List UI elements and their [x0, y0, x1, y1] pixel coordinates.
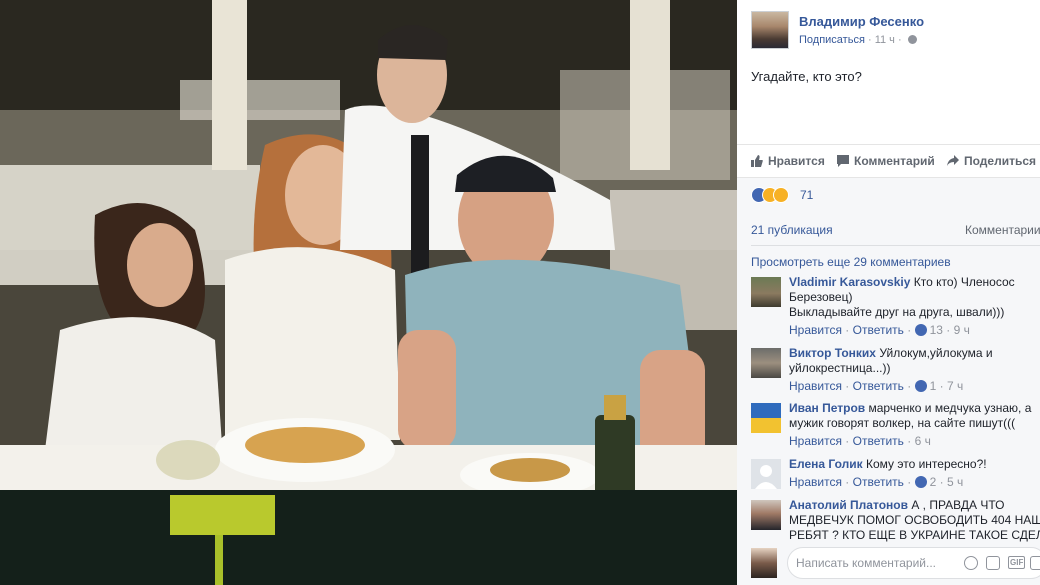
- comment-text: Кто кто) Членосос: [913, 275, 1015, 289]
- comment-item: Иван Петров марченко и медчука узнаю, а …: [751, 401, 1040, 453]
- post-time[interactable]: 11 ч: [875, 34, 895, 46]
- emoji-icon[interactable]: [964, 556, 978, 570]
- meta-separator: ·: [897, 34, 905, 46]
- comment-text-line: Анатолий Платонов А , ПРАВДА ЧТО: [789, 498, 1040, 513]
- commenter-avatar[interactable]: [751, 500, 781, 530]
- comment-actions: Нравится · Ответить · 13 · 9 ч: [789, 323, 970, 337]
- like-label: Нравится: [768, 154, 825, 168]
- comment-text: марченко и медчука узнаю, а: [868, 401, 1032, 415]
- comment-actions: Нравится · Ответить · 1 · 7 ч: [789, 379, 964, 393]
- sticker-icon[interactable]: [1030, 556, 1040, 570]
- comment-text: Уйлокум,уйлокума и: [879, 346, 993, 360]
- post-header: Владимир Фесенко Подписаться · 11 ч ·: [751, 11, 1040, 51]
- commenter-avatar[interactable]: [751, 348, 781, 378]
- comment-text: Березовец): [789, 290, 853, 304]
- commenter-name[interactable]: Vladimir Karasovskiy: [789, 275, 910, 289]
- default-avatar-icon: [755, 465, 777, 489]
- comment-like-link[interactable]: Нравится: [789, 475, 842, 489]
- post-meta: Подписаться · 11 ч ·: [799, 34, 917, 46]
- comment-body: Иван Петров марченко и медчука узнаю, а …: [789, 401, 1040, 431]
- haha-reaction-icon: [773, 187, 789, 203]
- comment-text: Кому это интересно?!: [865, 457, 987, 471]
- comment-time[interactable]: 6 ч: [915, 434, 931, 448]
- comment-like-count[interactable]: 13: [930, 323, 943, 337]
- comment-actions: Нравится · Ответить · 2 · 5 ч: [789, 475, 964, 489]
- comment-text-line: Елена Голик Кому это интересно?!: [789, 457, 1040, 472]
- post-text: Угадайте, кто это?: [751, 69, 862, 84]
- comment-actions: Нравится · Ответить · 6 ч: [789, 434, 931, 448]
- feedback-section: 71 21 публикация Комментарии: Просмотрет…: [737, 177, 1040, 585]
- comment-text: А , ПРАВДА ЧТО: [911, 498, 1005, 512]
- comment-time[interactable]: 9 ч: [954, 323, 970, 337]
- comment-body: Анатолий Платонов А , ПРАВДА ЧТО МЕДВЕЧУ…: [789, 498, 1040, 543]
- comment-like-link[interactable]: Нравится: [789, 323, 842, 337]
- comment-body: Елена Голик Кому это интересно?!: [789, 457, 1040, 472]
- comment-reply-link[interactable]: Ответить: [853, 379, 904, 393]
- divider: [751, 245, 1040, 246]
- current-user-avatar: [751, 548, 777, 578]
- comment-icon: [837, 155, 849, 167]
- comment-text-line: Иван Петров марченко и медчука узнаю, а: [789, 401, 1040, 416]
- like-count-icon: [914, 380, 927, 392]
- post-photo[interactable]: [0, 0, 737, 585]
- comments-link[interactable]: Комментарии:: [965, 223, 1040, 237]
- comment-composer: GIF: [751, 547, 1040, 579]
- comment-item: Анатолий Платонов А , ПРАВДА ЧТО МЕДВЕЧУ…: [751, 498, 1040, 546]
- comment-time[interactable]: 7 ч: [947, 379, 963, 393]
- gif-icon[interactable]: GIF: [1008, 556, 1026, 569]
- commenter-avatar[interactable]: [751, 277, 781, 307]
- commenter-name[interactable]: Иван Петров: [789, 401, 865, 415]
- comment-reply-link[interactable]: Ответить: [853, 434, 904, 448]
- comment-text-line: Виктор Тонких Уйлокум,уйлокума и: [789, 346, 1040, 361]
- like-button[interactable]: Нравится: [751, 154, 825, 168]
- comment-body: Vladimir Karasovskiy Кто кто) Членосос Б…: [789, 275, 1040, 320]
- comment-text: МЕДВЕЧУК ПОМОГ ОСВОБОДИТЬ 404 НАШИХ: [789, 513, 1040, 527]
- comment-label: Комментарий: [854, 154, 935, 168]
- meta-separator: ·: [867, 34, 875, 46]
- like-count-icon: [914, 476, 927, 488]
- comment-text-line: Vladimir Karasovskiy Кто кто) Членосос: [789, 275, 1040, 290]
- commenter-avatar[interactable]: [751, 403, 781, 433]
- author-name[interactable]: Владимир Фесенко: [799, 14, 924, 29]
- commenter-avatar[interactable]: [751, 459, 781, 489]
- comment-text: уйлокрестница...)): [789, 361, 891, 375]
- post-sidebar: Владимир Фесенко Подписаться · 11 ч · Уг…: [737, 0, 1040, 585]
- comment-text: Выкладывайте друг на друга, швали))): [789, 305, 1005, 319]
- comment-like-link[interactable]: Нравится: [789, 434, 842, 448]
- comment-input[interactable]: [787, 547, 1040, 579]
- post-actions: Нравится Комментарий Поделиться: [737, 144, 1040, 178]
- share-icon: [947, 155, 959, 166]
- share-label: Поделиться: [964, 154, 1037, 168]
- subscribe-link[interactable]: Подписаться: [799, 34, 865, 46]
- photo-illustration: [0, 0, 737, 585]
- comment-like-link[interactable]: Нравится: [789, 379, 842, 393]
- share-button[interactable]: Поделиться: [947, 154, 1036, 168]
- comment-body: Виктор Тонких Уйлокум,уйлокума и уйлокре…: [789, 346, 1040, 376]
- comment-text: мужик говорят волкер, на сайте пишут(((: [789, 416, 1016, 430]
- comment-reply-link[interactable]: Ответить: [853, 475, 904, 489]
- camera-icon[interactable]: [986, 556, 1000, 570]
- globe-icon: [907, 35, 917, 44]
- commenter-name[interactable]: Анатолий Платонов: [789, 498, 908, 512]
- commenter-name[interactable]: Виктор Тонких: [789, 346, 876, 360]
- comment-time[interactable]: 5 ч: [947, 475, 963, 489]
- shares-link[interactable]: 21 публикация: [751, 223, 833, 237]
- comment-reply-link[interactable]: Ответить: [853, 323, 904, 337]
- comment-item: Vladimir Karasovskiy Кто кто) Членосос Б…: [751, 275, 1040, 341]
- commenter-name[interactable]: Елена Голик: [789, 457, 863, 471]
- like-count-icon: [914, 324, 927, 336]
- thumbs-up-icon: [751, 155, 763, 167]
- reaction-count: 71: [800, 188, 814, 202]
- comment-item: Елена Голик Кому это интересно?! Нравитс…: [751, 457, 1040, 495]
- author-avatar[interactable]: [751, 11, 789, 49]
- view-more-comments[interactable]: Просмотреть еще 29 комментариев: [751, 255, 951, 269]
- comment-text: РЕБЯТ ? КТО ЕЩЕ В УКРАИНЕ ТАКОЕ СДЕЛАЛ: [789, 528, 1040, 542]
- comment-item: Виктор Тонких Уйлокум,уйлокума и уйлокре…: [751, 346, 1040, 398]
- comment-button[interactable]: Комментарий: [837, 154, 935, 168]
